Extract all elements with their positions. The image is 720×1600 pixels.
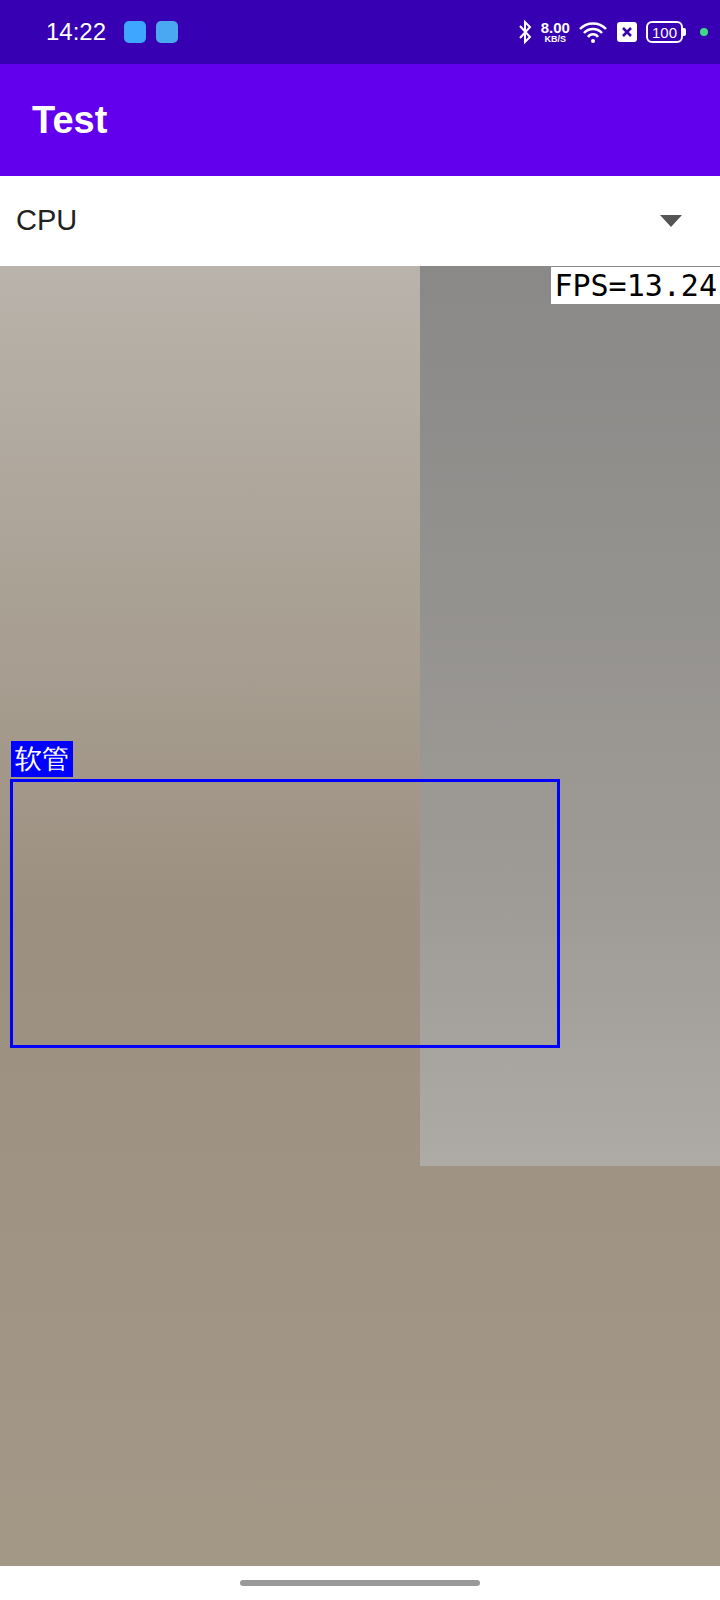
camera-preview: FPS=13.24 软管 <box>0 266 720 1566</box>
app-bar: Test <box>0 64 720 176</box>
clock: 14:22 <box>46 14 106 50</box>
battery-level: 100 <box>652 25 677 40</box>
charging-dot-icon <box>700 28 708 36</box>
detection-box <box>10 779 560 1048</box>
net-speed: 8.00 <box>541 20 570 35</box>
weather-icon <box>156 21 178 43</box>
dropdown-arrow-icon <box>660 215 682 227</box>
fps-label: FPS=13.24 <box>551 267 720 304</box>
no-sim-icon <box>616 21 638 43</box>
navigation-bar <box>0 1566 720 1600</box>
laptop-area <box>420 266 720 1166</box>
net-unit: KB/S <box>545 35 567 44</box>
device-select-value: CPU <box>16 199 77 243</box>
battery-icon: 100 <box>646 21 686 43</box>
device-select[interactable]: CPU <box>0 176 720 266</box>
detection-label: 软管 <box>11 741 73 777</box>
fps-text: FPS=13.24 <box>554 271 717 301</box>
app-notification-icon <box>124 21 146 43</box>
bluetooth-icon <box>517 20 533 44</box>
app-title: Test <box>32 92 107 149</box>
gesture-handle[interactable] <box>240 1580 480 1586</box>
status-bar: 14:22 8.00 KB/S 100 <box>0 0 720 64</box>
wifi-icon <box>578 20 608 44</box>
